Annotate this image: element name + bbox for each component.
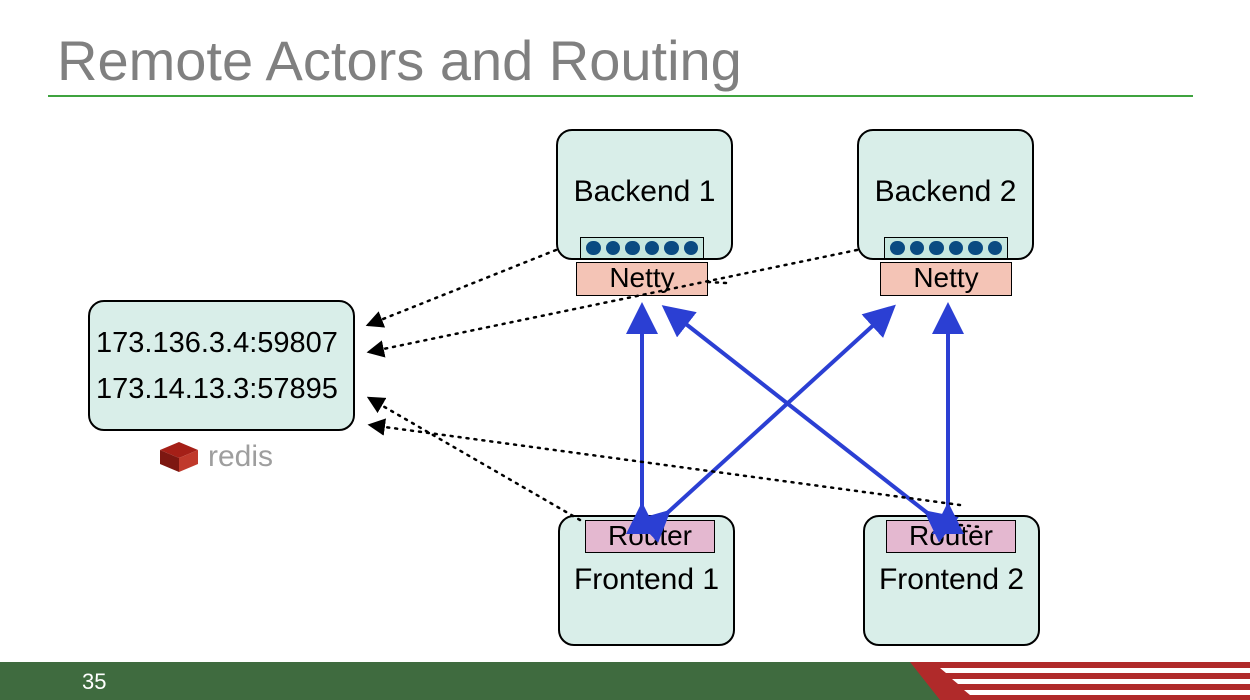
actor-dot-icon <box>910 241 925 256</box>
actor-dot-icon <box>684 241 699 256</box>
actor-dot-icon <box>968 241 983 256</box>
redis-logo: redis <box>160 440 273 474</box>
redis-address-2: 173.14.13.3:57895 <box>96 366 347 412</box>
actor-dot-icon <box>949 241 964 256</box>
actor-dot-icon <box>988 241 1003 256</box>
actor-dot-icon <box>625 241 640 256</box>
backend-2-label: Backend 2 <box>859 175 1032 209</box>
frontend-1-label: Frontend 1 <box>560 563 733 597</box>
redis-address-box: 173.136.3.4:59807 173.14.13.3:57895 <box>88 300 355 431</box>
backend-1-netty: Netty <box>576 262 708 296</box>
footer-flag-icon <box>910 662 1250 700</box>
frontend-1-router: Router <box>585 520 715 553</box>
actor-dot-icon <box>645 241 660 256</box>
actor-dot-icon <box>586 241 601 256</box>
slide-title: Remote Actors and Routing <box>57 28 742 93</box>
backend-2-dotbar <box>884 237 1008 259</box>
backend-1-dotbar <box>580 237 704 259</box>
backend-1-label: Backend 1 <box>558 175 731 209</box>
page-number: 35 <box>82 669 106 695</box>
actor-dot-icon <box>606 241 621 256</box>
frontend-2-router: Router <box>886 520 1016 553</box>
backend-2-netty: Netty <box>880 262 1012 296</box>
frontend-2-label: Frontend 2 <box>865 563 1038 597</box>
redis-address-1: 173.136.3.4:59807 <box>96 320 347 366</box>
actor-dot-icon <box>664 241 679 256</box>
title-underline <box>48 95 1193 97</box>
actor-dot-icon <box>929 241 944 256</box>
actor-dot-icon <box>890 241 905 256</box>
redis-cube-icon <box>160 442 198 472</box>
redis-label: redis <box>208 440 273 474</box>
